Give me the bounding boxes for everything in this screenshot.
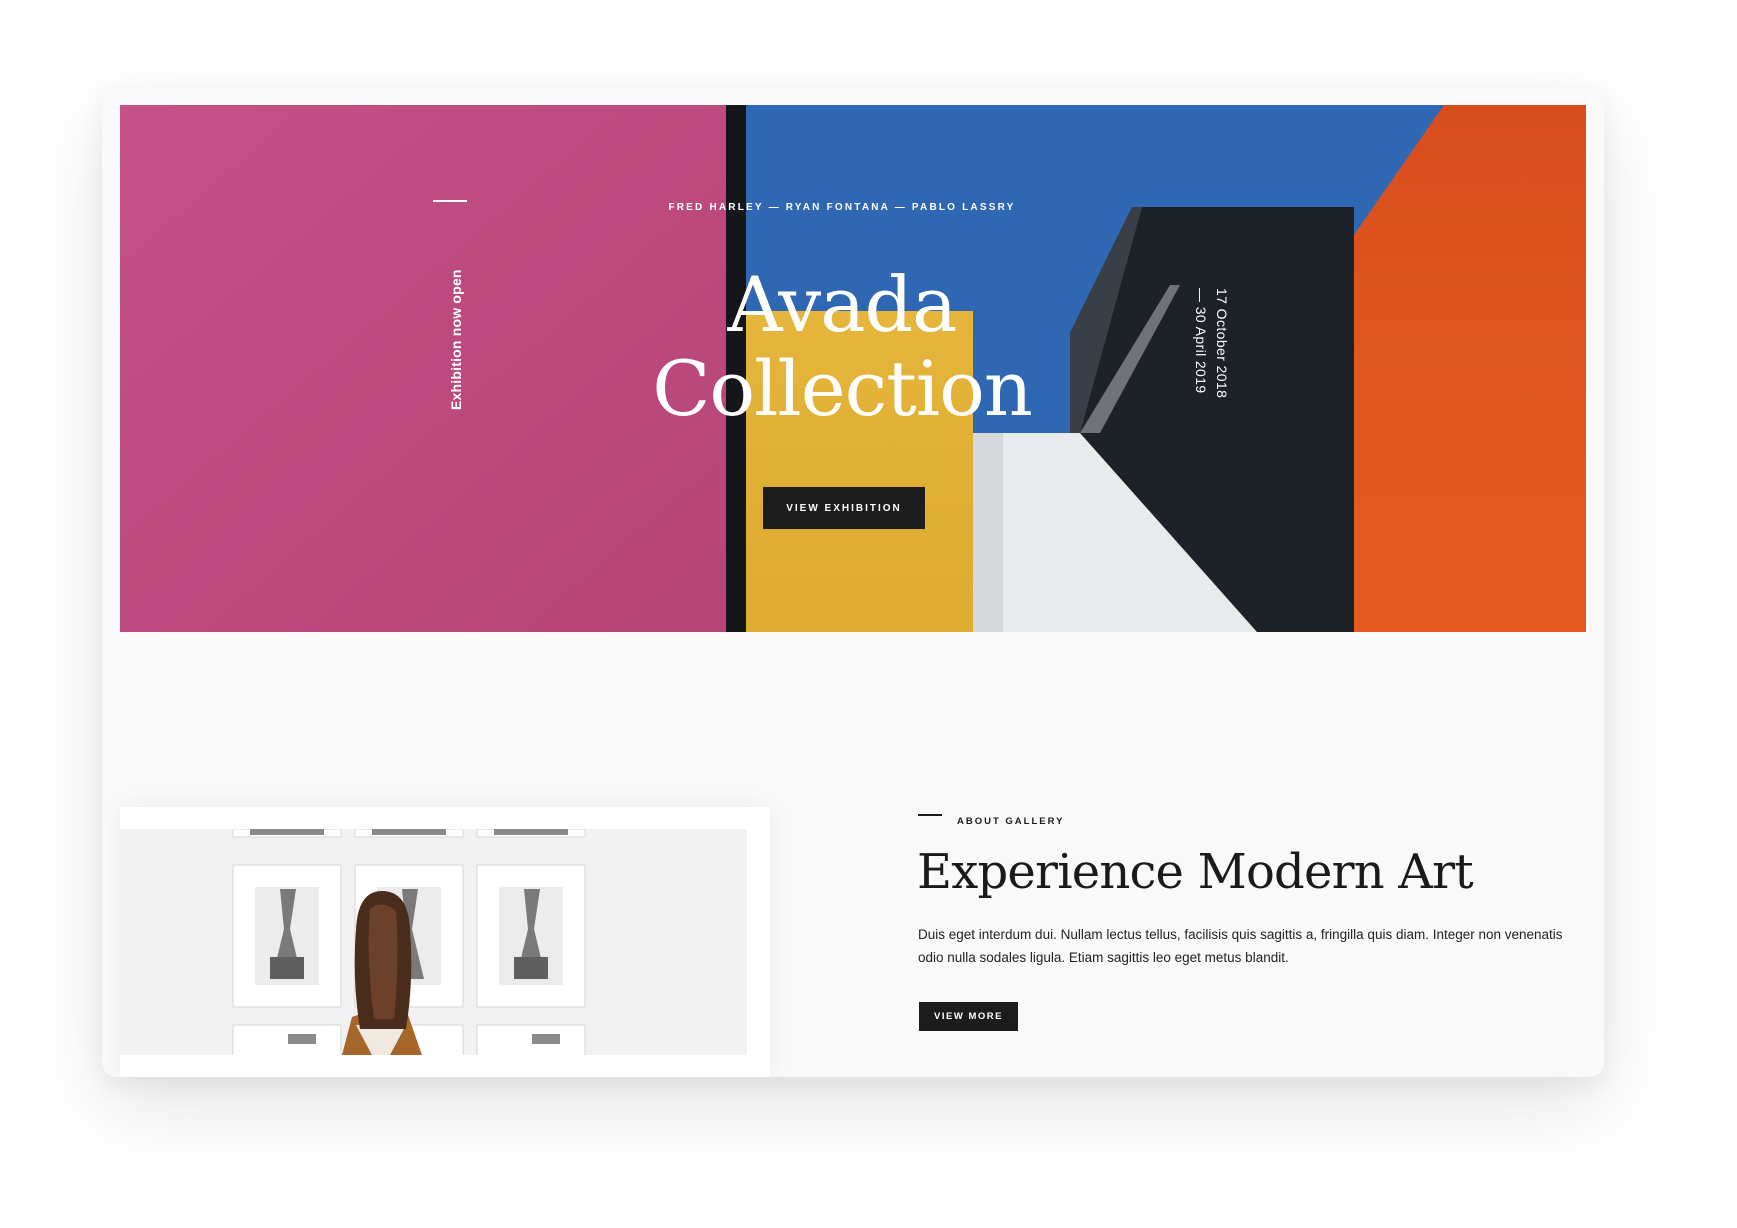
dates-end: — 30 April 2019	[1193, 288, 1209, 394]
gallery-photo-frame	[120, 807, 770, 1077]
page-card: Exhibition now open FRED HARLEY — RYAN F…	[102, 87, 1604, 1077]
gallery-photo	[120, 829, 747, 1055]
about-divider	[918, 814, 942, 816]
hero-title-line2: Collection	[652, 344, 1033, 433]
artists-line: FRED HARLEY — RYAN FONTANA — PABLO LASSR…	[668, 202, 1016, 213]
about-eyebrow: ABOUT GALLERY	[957, 816, 1065, 827]
hero-title-line1: Avada	[727, 260, 957, 349]
about-heading: Experience Modern Art	[917, 844, 1474, 900]
about-body: Duis eget interdum dui. Nullam lectus te…	[918, 927, 1563, 965]
exhibition-dates: 17 October 2018 — 30 April 2019	[1186, 288, 1232, 418]
hero-section: Exhibition now open FRED HARLEY — RYAN F…	[120, 105, 1586, 632]
view-more-button[interactable]: VIEW MORE	[919, 1002, 1018, 1031]
dates-start: 17 October 2018	[1214, 288, 1230, 399]
gallery-visitor-image	[120, 829, 747, 1055]
hero-title: Avada Collection	[120, 263, 1575, 431]
view-exhibition-button[interactable]: VIEW EXHIBITION	[763, 487, 925, 529]
